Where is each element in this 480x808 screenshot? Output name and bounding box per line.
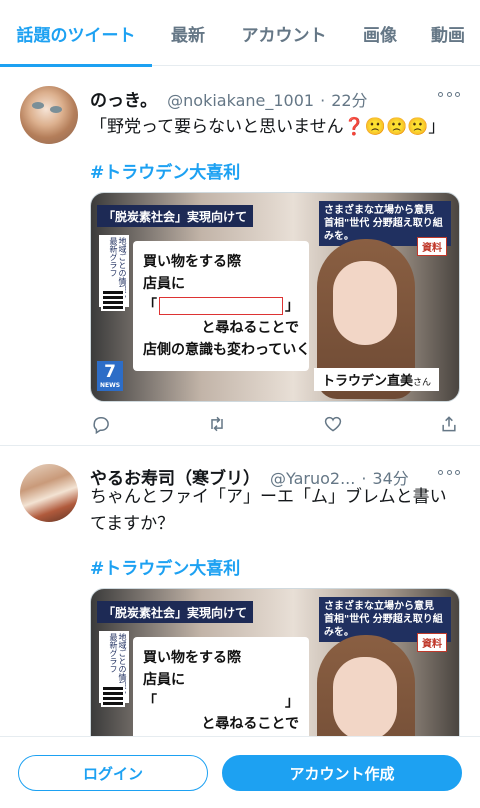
presenter-figure (311, 635, 421, 751)
display-name[interactable]: のっき。 (90, 86, 157, 111)
avatar[interactable] (20, 86, 78, 144)
news-logo: 7 NEWS (97, 361, 123, 391)
tweet-media-image[interactable]: 「脱炭素社会」実現向けて さまざまな立場から意見 首相"世代 分野超え取り組みを… (90, 588, 460, 752)
tab-photos[interactable]: 画像 (344, 0, 416, 66)
more-options-icon[interactable] (438, 90, 460, 98)
more-options-icon[interactable] (438, 468, 460, 476)
login-button[interactable]: ログイン (18, 755, 208, 791)
qr-code-icon (101, 287, 125, 311)
timestamp[interactable]: 22分 (331, 87, 367, 111)
retweet-icon[interactable] (206, 413, 228, 435)
hashtag-link[interactable]: #トラウデン大喜利 (90, 554, 240, 579)
media-board: 買い物をする際 店員に 「」 と尋ねることで (133, 637, 309, 751)
avatar[interactable] (20, 464, 78, 522)
share-icon[interactable] (438, 413, 460, 435)
board-line: 買い物をする際 (143, 650, 241, 666)
media-headline-tag: 「脱炭素社会」実現向けて (97, 601, 254, 623)
board-blank: 「」 (143, 297, 299, 315)
board-blank: 「」 (143, 694, 299, 710)
tweet[interactable]: のっき。 @nokiakane_1001 · 22分 「野党って要らないと思いま… (0, 74, 480, 446)
media-doc-label: 資料 (417, 633, 447, 652)
tab-accounts[interactable]: アカウント (224, 0, 344, 66)
hashtag-link[interactable]: #トラウデン大喜利 (90, 158, 240, 183)
board-line: と尋ねることで (201, 320, 299, 336)
tab-videos[interactable]: 動画 (416, 0, 480, 66)
media-name-caption: トラウデン直美さん (313, 368, 439, 391)
tweet-media-image[interactable]: 「脱炭素社会」実現向けて さまざまな立場から意見 首相"世代 分野超え取り組みを… (90, 192, 460, 402)
board-line: と尋ねることで (201, 716, 299, 732)
qr-code-icon (101, 683, 125, 707)
separator: · (320, 91, 326, 110)
tab-latest[interactable]: 最新 (152, 0, 224, 66)
tweet-header: のっき。 @nokiakane_1001 · 22分 (90, 86, 460, 111)
tweet-actions (90, 412, 460, 436)
media-board: 買い物をする際 店員に 「」 と尋ねることで 店側の意識も変わっていく (133, 241, 311, 371)
search-tabs: 話題のツイート 最新 アカウント 画像 動画 (0, 0, 480, 67)
board-line: 店員に (143, 276, 185, 292)
media-headline-tag: 「脱炭素社会」実現向けて (97, 205, 254, 227)
user-handle[interactable]: @nokiakane_1001 (167, 91, 314, 110)
board-line: 店側の意識も変わっていく (143, 342, 311, 358)
signup-button[interactable]: アカウント作成 (222, 755, 462, 791)
tweet-text: ちゃんとファイ「ア」ーエ「ム」ブレムと書いてますか？ (90, 487, 447, 534)
board-line: 店員に (143, 672, 185, 688)
news-logo-number: 7 (104, 362, 116, 382)
tab-top[interactable]: 話題のツイート (0, 0, 152, 67)
board-line: 買い物をする際 (143, 254, 241, 270)
media-doc-label: 資料 (417, 237, 447, 256)
reply-icon[interactable] (90, 413, 112, 435)
tweet-text: 「野党って要らないと思いません❓🙁🙁🙁」 (90, 117, 446, 137)
like-icon[interactable] (322, 413, 344, 435)
news-logo-text: NEWS (99, 382, 121, 389)
tweet[interactable]: やるお寿司（寒ブリ） @Yaruo2... · 34分 ちゃんとファイ「ア」ーエ… (0, 452, 480, 752)
bottom-auth-bar: ログイン アカウント作成 (0, 736, 480, 808)
